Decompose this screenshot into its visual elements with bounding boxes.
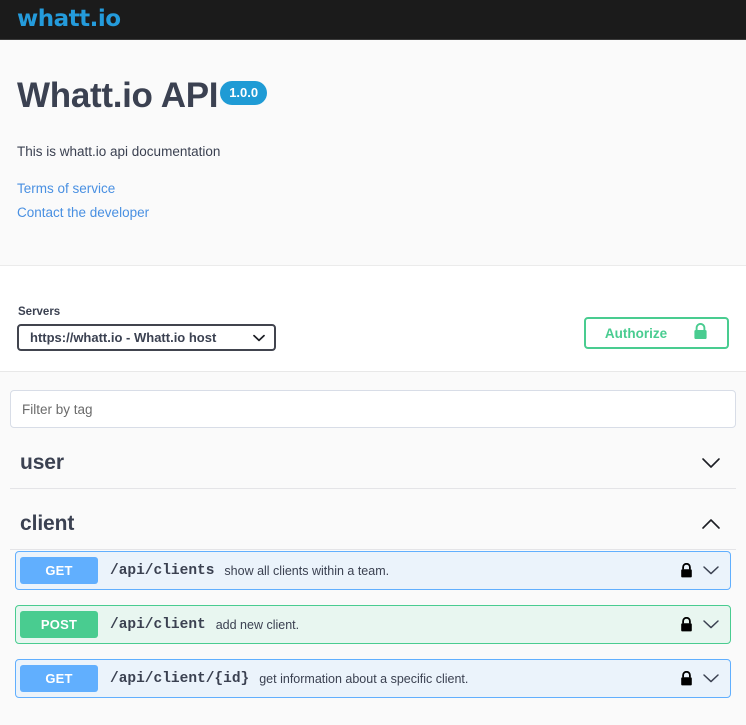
operations-list: GET /api/clients show all clients within… xyxy=(10,550,736,698)
lock-icon xyxy=(693,322,708,343)
tag-section-user: user xyxy=(10,443,736,489)
operation-path: /api/client xyxy=(110,616,206,633)
server-select-value: https://whatt.io - Whatt.io host xyxy=(30,330,217,345)
lock-icon[interactable] xyxy=(680,616,693,633)
operation-row[interactable]: GET /api/clients show all clients within… xyxy=(15,551,731,590)
http-method-badge: GET xyxy=(20,665,98,692)
top-navigation-bar: whatt.io xyxy=(0,0,746,40)
contact-developer-link[interactable]: Contact the developer xyxy=(17,201,729,225)
filter-input[interactable] xyxy=(10,390,736,428)
servers-and-auth-section: Servers https://whatt.io - Whatt.io host… xyxy=(0,266,746,372)
info-links: Terms of service Contact the developer xyxy=(17,177,729,224)
api-info-section: Whatt.io API 1.0.0 This is whatt.io api … xyxy=(0,40,746,266)
chevron-down-icon[interactable] xyxy=(701,457,726,470)
servers-label: Servers xyxy=(18,306,61,318)
version-badge: 1.0.0 xyxy=(220,81,268,105)
tag-section-client: client GET /api/clients show all clients… xyxy=(10,504,736,698)
server-select[interactable]: https://whatt.io - Whatt.io host xyxy=(17,324,276,351)
operations-wrapper: user client GET /api/clients show all cl… xyxy=(0,372,746,698)
authorize-button[interactable]: Authorize xyxy=(584,317,729,349)
lock-icon[interactable] xyxy=(680,670,693,687)
servers-block: Servers https://whatt.io - Whatt.io host xyxy=(17,306,276,351)
chevron-down-icon[interactable] xyxy=(702,619,720,630)
chevron-down-icon[interactable] xyxy=(702,565,720,576)
operation-row-controls xyxy=(680,670,722,687)
tag-label-client: client xyxy=(20,512,75,535)
chevron-down-icon xyxy=(253,334,265,342)
authorize-button-label: Authorize xyxy=(604,325,668,341)
chevron-down-icon[interactable] xyxy=(702,673,720,684)
operation-row-controls xyxy=(680,616,722,633)
lock-icon[interactable] xyxy=(680,562,693,579)
operation-path: /api/client/{id} xyxy=(110,670,250,687)
tag-header-client[interactable]: client xyxy=(10,504,736,550)
operation-row[interactable]: POST /api/client add new client. xyxy=(15,605,731,644)
title-row: Whatt.io API 1.0.0 xyxy=(17,76,729,116)
tag-label-user: user xyxy=(20,451,64,474)
operation-summary: show all clients within a team. xyxy=(224,563,390,578)
http-method-badge: GET xyxy=(20,557,98,584)
api-description: This is whatt.io api documentation xyxy=(17,143,221,159)
http-method-badge: POST xyxy=(20,611,98,638)
chevron-up-icon[interactable] xyxy=(701,518,726,531)
tag-header-user[interactable]: user xyxy=(10,443,736,489)
operation-summary: get information about a specific client. xyxy=(259,671,469,686)
operation-row[interactable]: GET /api/client/{id} get information abo… xyxy=(15,659,731,698)
terms-of-service-link[interactable]: Terms of service xyxy=(17,177,729,201)
page-title: Whatt.io API xyxy=(17,76,219,115)
operation-row-controls xyxy=(680,562,722,579)
operation-path: /api/clients xyxy=(110,562,215,579)
operation-summary: add new client. xyxy=(215,617,300,632)
whatt-io-logo[interactable]: whatt.io xyxy=(17,8,121,31)
